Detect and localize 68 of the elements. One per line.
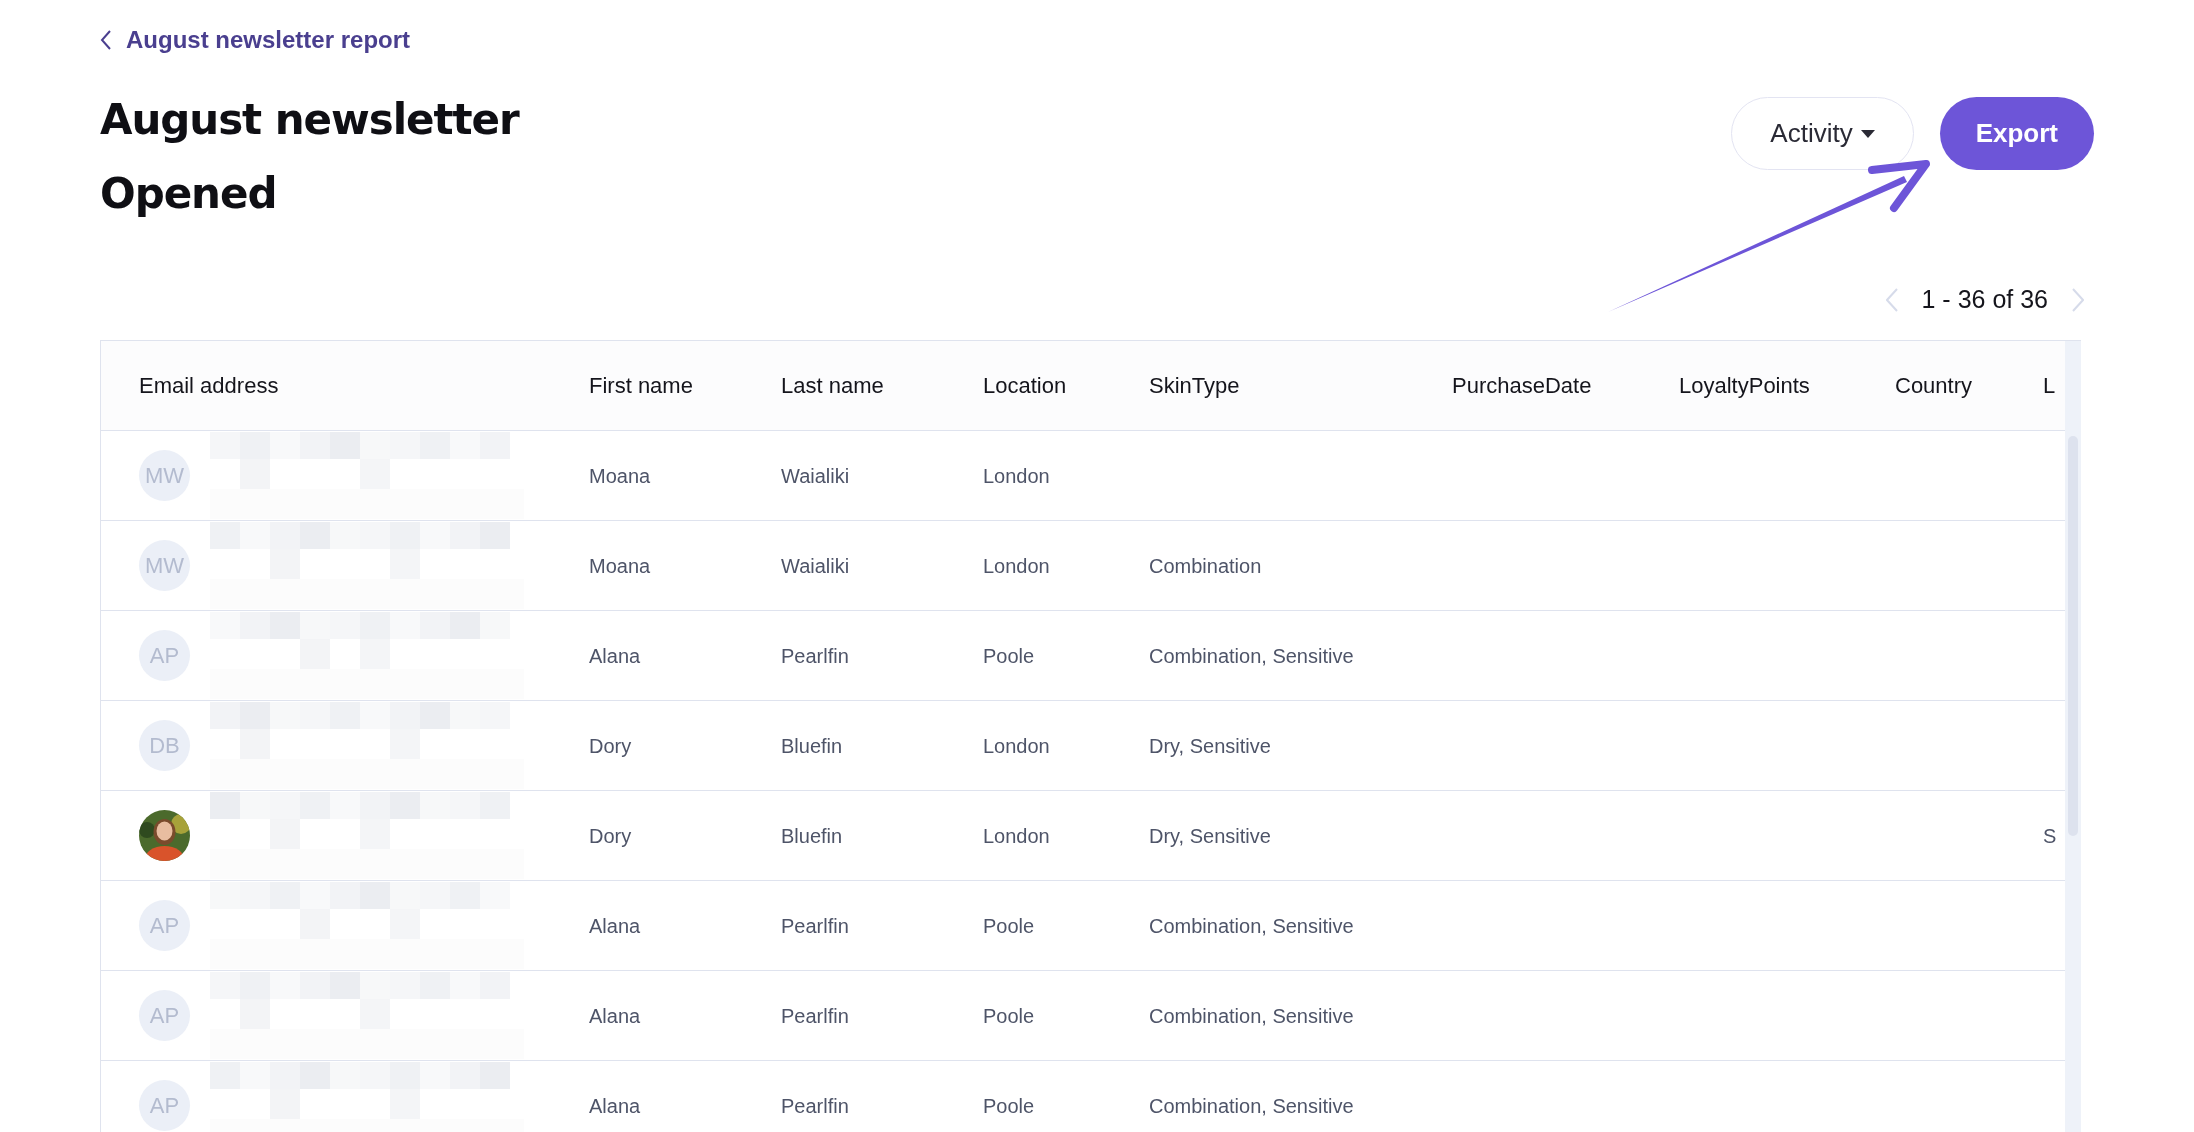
table-cell: Waialiki [781, 554, 850, 577]
table-cell: Moana [589, 554, 651, 577]
table-cell: London [983, 824, 1050, 847]
table-cell: Alana [589, 1004, 641, 1027]
chevron-left-icon [100, 29, 112, 51]
pagination-range: 1 - 36 of 36 [1921, 284, 2048, 316]
avatar: MW [139, 450, 190, 501]
activity-dropdown[interactable]: Activity [1731, 97, 1914, 170]
column-header[interactable]: L [2043, 373, 2056, 398]
table-row[interactable]: AP Alana Pearlfin Poole Combination, Sensitive [101, 971, 2065, 1061]
export-button[interactable]: Export [1939, 97, 2094, 170]
page-title: Opened [100, 170, 278, 218]
table-cell: Poole [983, 1094, 1035, 1117]
table-cell: London [983, 554, 1050, 577]
table-cell: Combination [1149, 554, 1262, 577]
avatar: AP [139, 1080, 190, 1131]
column-header[interactable]: Country [1895, 373, 1973, 398]
column-header[interactable]: Email address [139, 373, 279, 398]
column-header[interactable]: First name [589, 373, 693, 398]
table-cell: Combination, Sensitive [1149, 1094, 1354, 1117]
table-cell: Bluefin [781, 734, 843, 757]
avatar-photo [139, 810, 190, 861]
caret-icon [1860, 129, 1875, 138]
column-header[interactable]: Last name [781, 373, 884, 398]
table-cell: Alana [589, 1094, 641, 1117]
table-cell: Poole [983, 644, 1035, 667]
table-cell: S [2043, 824, 2057, 847]
table-cell: Pearlfin [781, 644, 849, 667]
avatar: AP [139, 630, 190, 681]
back-link[interactable]: August newsletter report [100, 22, 411, 58]
table-cell: Bluefin [781, 824, 843, 847]
table-cell: Dory [589, 824, 632, 847]
table-cell: Alana [589, 644, 641, 667]
table-row[interactable]: DB Dory Bluefin London Dry, Sensitive [101, 701, 2065, 791]
back-link-label: August newsletter report [126, 25, 411, 55]
table-cell: Pearlfin [781, 914, 849, 937]
table-cell: Dory [589, 734, 632, 757]
table-cell: Poole [983, 1004, 1035, 1027]
column-header[interactable]: Location [983, 373, 1067, 398]
column-header[interactable]: LoyaltyPoints [1679, 373, 1810, 398]
table-cell: Waialiki [781, 464, 850, 487]
column-header[interactable]: PurchaseDate [1452, 373, 1592, 398]
table-row[interactable]: Dory Bluefin London Dry, Sensitive S [101, 791, 2065, 881]
table-row[interactable]: MW Moana Waialiki London [101, 431, 2065, 521]
page-title: August newsletter [100, 96, 519, 144]
scrollbar-track[interactable] [2065, 341, 2081, 1132]
table-row[interactable]: AP Alana Pearlfin Poole Combination, Sensitive [101, 611, 2065, 701]
table-cell: London [983, 734, 1050, 757]
table-cell: Poole [983, 914, 1035, 937]
table-cell: Combination, Sensitive [1149, 644, 1354, 667]
table-row[interactable]: AP Alana Pearlfin Poole Combination, Sensitive [101, 881, 2065, 971]
table-cell: London [983, 464, 1050, 487]
table-row[interactable]: MW Moana Waialiki London Combination [101, 521, 2065, 611]
table-cell: Dry, Sensitive [1149, 734, 1271, 757]
avatar: DB [139, 720, 190, 771]
table-cell: Alana [589, 914, 641, 937]
table-cell: Moana [589, 464, 651, 487]
column-header[interactable]: SkinType [1149, 373, 1240, 398]
table-cell: Dry, Sensitive [1149, 824, 1271, 847]
table-cell: Combination, Sensitive [1149, 914, 1354, 937]
table-cell: Combination, Sensitive [1149, 1004, 1354, 1027]
avatar: MW [139, 540, 190, 591]
chevron-left-icon[interactable] [1885, 288, 1898, 312]
avatar: AP [139, 900, 190, 951]
table-cell: Pearlfin [781, 1004, 849, 1027]
chevron-right-icon[interactable] [2072, 288, 2084, 312]
avatar: AP [139, 990, 190, 1041]
table-cell: Pearlfin [781, 1094, 849, 1117]
